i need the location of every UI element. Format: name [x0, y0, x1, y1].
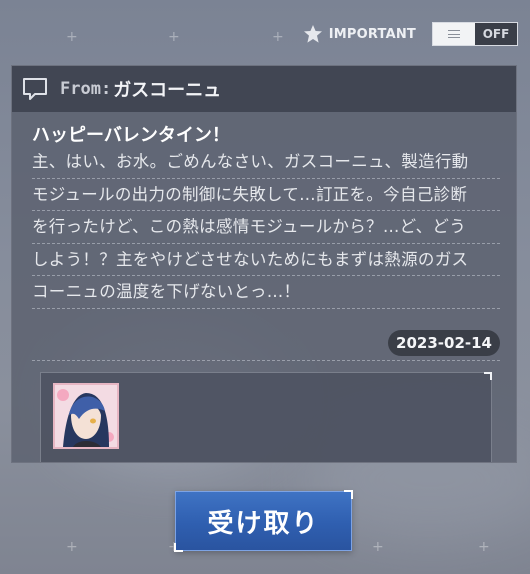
important-label: IMPORTANT	[328, 26, 416, 42]
message-bubble-icon	[23, 78, 47, 100]
important-filter: IMPORTANT OFF	[303, 22, 518, 46]
background-plus: +	[66, 29, 78, 45]
background-plus: +	[372, 539, 384, 555]
divider	[32, 360, 500, 361]
star-icon	[303, 25, 322, 43]
background-plus: +	[478, 539, 490, 555]
from-label: From:	[60, 79, 112, 99]
mail-header: From: ガスコーニュ	[12, 66, 516, 112]
portrait-art	[55, 385, 117, 447]
mail-body-line: しよう！？主をやけどさせないためにもまずは熱源のガス	[32, 244, 500, 276]
background-plus: +	[272, 29, 284, 45]
receive-button[interactable]: 受け取り	[174, 490, 353, 552]
mail-title: ハッピーバレンタイン！	[32, 125, 230, 146]
mail-body-line: コーニュの温度を下げないとっ…！	[32, 276, 500, 309]
menu-lines-icon	[448, 30, 460, 38]
mail-card: From: ガスコーニュ ハッピーバレンタイン！ 主、はい、お水。ごめんなさい、…	[11, 65, 517, 463]
background-plus: +	[66, 539, 78, 555]
important-toggle[interactable]: OFF	[432, 22, 518, 46]
background-plus: +	[168, 29, 180, 45]
mail-body: 主、はい、お水。ごめんなさい、ガスコーニュ、製造行動 モジュールの出力の制御に失…	[32, 146, 500, 309]
character-portrait[interactable]	[53, 383, 119, 449]
toggle-knob[interactable]	[433, 23, 475, 45]
attachment-panel	[40, 372, 492, 462]
mail-date: 2023-02-14	[388, 330, 500, 356]
mail-body-line: モジュールの出力の制御に失敗して…訂正を。今自己診断	[32, 179, 500, 211]
mail-body-line: を行ったけど、この熱は感情モジュールから？…ど、どう	[32, 211, 500, 244]
sender-name: ガスコーニュ	[113, 80, 222, 101]
toggle-state-label: OFF	[482, 27, 510, 41]
mail-body-line: 主、はい、お水。ごめんなさい、ガスコーニュ、製造行動	[32, 146, 500, 179]
